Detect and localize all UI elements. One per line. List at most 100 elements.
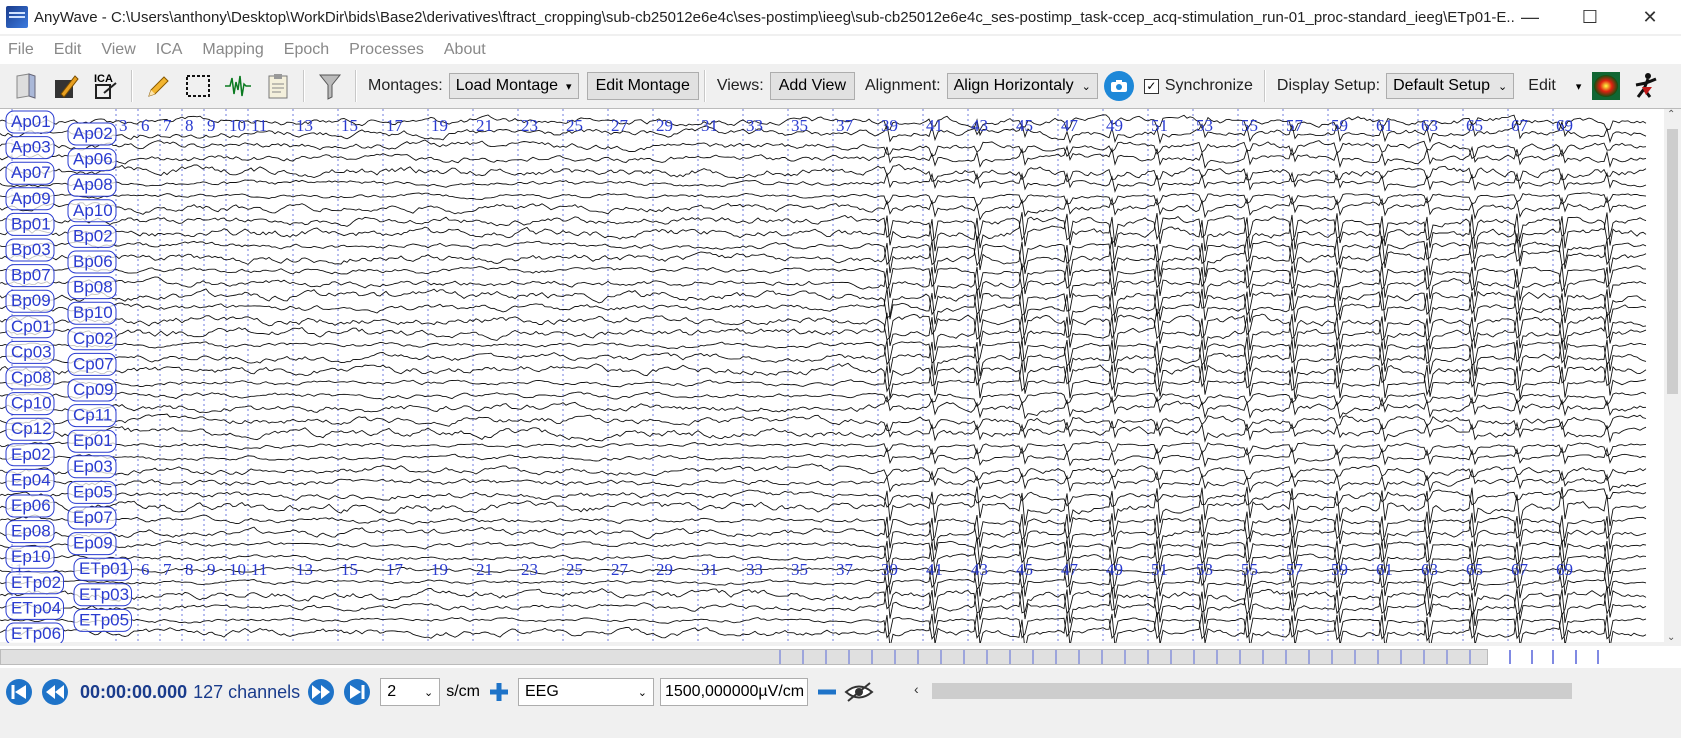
channel-trace[interactable] [0,540,1647,567]
channel-trace[interactable] [0,288,1647,319]
channel-label[interactable]: ETp06 [11,624,61,643]
channel-trace[interactable] [0,362,1647,397]
menu-ica[interactable]: ICA [156,41,183,59]
menu-edit[interactable]: Edit [54,41,82,59]
edit-markers-icon[interactable] [51,70,81,102]
channel-label[interactable]: Bp06 [73,252,113,271]
channel-trace[interactable] [0,139,1647,160]
channel-label[interactable]: Ap02 [73,124,113,143]
rewind-icon[interactable] [38,675,72,709]
channel-trace[interactable] [0,441,1647,457]
signal-icon[interactable] [223,70,253,102]
scroll-down-icon[interactable]: ⌄ [1667,632,1675,643]
channel-label[interactable]: Bp08 [73,278,113,297]
synchronize-checkbox[interactable]: ✓ [1143,78,1159,94]
channel-trace[interactable] [0,195,1647,221]
channel-trace[interactable] [0,265,1646,293]
channel-label[interactable]: Bp07 [11,266,51,285]
channel-label[interactable]: Ep02 [11,445,51,464]
channel-label[interactable]: Cp02 [73,329,114,348]
menu-file[interactable]: File [8,41,34,59]
channel-label[interactable]: Ap06 [73,150,113,169]
eeg-traces[interactable]: 1367891011131517192123252729313335373941… [0,109,1664,643]
channel-label[interactable]: Ep05 [73,482,113,501]
menu-about[interactable]: About [444,41,486,59]
display-setup-dropdown[interactable]: Default Setup ⌄ [1386,73,1515,99]
channel-label[interactable]: Cp09 [73,380,114,399]
channel-trace[interactable] [0,192,1647,207]
channel-label[interactable]: Ep03 [73,457,113,476]
channel-label[interactable]: Ep08 [11,522,51,541]
pencil-icon[interactable] [143,70,173,102]
channel-type-dropdown[interactable]: EEG ⌄ [517,678,654,706]
channel-trace[interactable] [0,446,1647,468]
channel-label[interactable]: Ep04 [11,470,51,489]
timescale-dropdown[interactable]: 2 ⌄ [380,678,441,706]
channel-trace[interactable] [0,611,1647,643]
channel-label[interactable]: Ap07 [11,163,51,182]
channel-trace[interactable] [0,171,1647,193]
edit-montage-button[interactable]: Edit Montage [586,72,699,100]
marker-bar[interactable] [0,646,1681,668]
scroll-up-icon[interactable]: ⌃ [1667,109,1675,120]
go-start-icon[interactable] [2,675,36,709]
channel-label[interactable]: Bp02 [73,226,113,245]
open-file-icon[interactable] [11,70,41,102]
edit-display-button[interactable]: Edit [1528,77,1556,95]
scrollbar-thumb[interactable] [1667,129,1678,394]
channel-trace[interactable] [0,395,1647,420]
amplitude-plus-icon[interactable] [486,675,512,709]
selection-icon[interactable] [183,70,213,102]
channel-trace[interactable] [0,468,1647,494]
scroll-left-icon[interactable]: ‹ [914,681,919,697]
add-view-button[interactable]: Add View [769,72,855,100]
amplitude-minus-icon[interactable] [812,675,842,709]
minimize-button[interactable]: — [1500,0,1560,34]
alignment-dropdown[interactable]: Align Horizontaly ⌄ [946,73,1098,99]
camera-icon[interactable] [1103,71,1134,101]
dancer-icon[interactable] [1631,70,1661,102]
channel-trace[interactable] [0,262,1647,301]
menu-epoch[interactable]: Epoch [284,41,329,59]
vertical-scrollbar[interactable]: ⌃ ⌄ [1664,109,1681,643]
channel-label[interactable]: Cp12 [11,419,52,438]
channel-trace[interactable] [0,336,1647,377]
mapping-icon[interactable] [1591,70,1621,102]
channel-label[interactable]: ETp02 [11,573,61,592]
channel-trace[interactable] [0,114,1647,136]
amplitude-input[interactable]: 1500,000000µV/cm [659,678,808,706]
channel-trace[interactable] [0,566,1647,592]
channel-trace[interactable] [0,616,1647,642]
channel-trace[interactable] [0,361,1647,399]
channel-trace[interactable] [0,233,1647,277]
eye-icon[interactable] [844,675,874,709]
channel-trace[interactable] [0,288,1647,325]
channel-trace[interactable] [0,488,1647,508]
filter-icon[interactable] [315,70,345,102]
channel-label[interactable]: Cp07 [73,354,114,373]
fast-forward-icon[interactable] [304,675,338,709]
channel-label[interactable]: ETp03 [79,585,129,604]
channel-label[interactable]: Ap08 [73,175,113,194]
clipboard-icon[interactable] [263,70,293,102]
toolbar-overflow-icon[interactable]: ▾ [1576,80,1582,93]
channel-label[interactable]: Ep10 [11,547,51,566]
channel-label[interactable]: ETp01 [79,559,129,578]
channel-trace[interactable] [0,240,1647,271]
maximize-button[interactable]: ☐ [1560,0,1620,34]
menu-view[interactable]: View [101,41,135,59]
channel-label[interactable]: Ap10 [73,201,113,220]
channel-label[interactable]: Ep09 [73,534,113,553]
channel-label[interactable]: ETp04 [11,598,61,617]
channel-label[interactable]: Bp09 [11,291,51,310]
channel-label[interactable]: Ep07 [73,508,113,527]
channel-label[interactable]: Cp08 [11,368,52,387]
channel-trace[interactable] [0,413,1647,432]
channel-label[interactable]: Bp01 [11,214,51,233]
channel-trace[interactable] [0,144,1647,169]
channel-label[interactable]: Cp01 [11,317,52,336]
signal-view[interactable]: 1367891011131517192123252729313335373941… [0,108,1681,643]
channel-label[interactable]: Ep01 [73,431,113,450]
channel-trace[interactable] [0,420,1647,444]
channel-label[interactable]: Bp03 [11,240,51,259]
